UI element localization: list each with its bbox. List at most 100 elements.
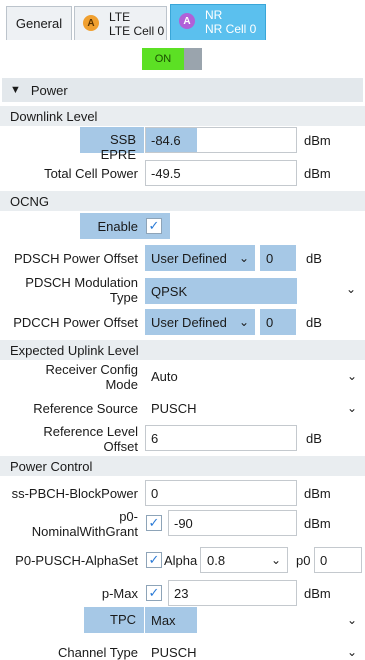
p0-nominal-input[interactable]: -90 — [168, 510, 297, 536]
pdsch-power-offset-input[interactable]: 0 — [260, 245, 296, 271]
p-max-label: p-Max — [101, 586, 138, 601]
total-cell-power-unit: dBm — [304, 166, 331, 181]
power-section-header[interactable]: ▼ Power — [2, 78, 363, 102]
reference-source-select[interactable]: PUSCH ⌄ — [145, 395, 365, 421]
p0-nominal-checkbox[interactable]: ✓ — [146, 515, 162, 531]
p0-nominal-value: -90 — [174, 515, 193, 531]
checkmark-icon: ✓ — [148, 552, 160, 567]
chevron-down-icon: ⌄ — [346, 645, 357, 659]
tab-general-label: General — [15, 16, 63, 31]
toggle-on-label: ON — [142, 48, 184, 70]
pdcch-offset-mode-value: User Defined — [151, 314, 227, 330]
p-max-unit: dBm — [304, 586, 331, 601]
chevron-down-icon: ⌄ — [346, 369, 357, 383]
cell-on-toggle[interactable]: ON — [142, 48, 202, 70]
pdsch-modulation-select[interactable]: QPSK — [145, 278, 297, 304]
ssb-epre-unit: dBm — [304, 133, 331, 148]
checkmark-icon: ✓ — [148, 585, 160, 600]
checkmark-icon: ✓ — [148, 218, 160, 233]
ssb-epre-label: SSB EPRE — [80, 127, 144, 162]
tab-nr[interactable]: A NR NR Cell 0 — [170, 4, 266, 40]
reference-level-offset-unit: dB — [306, 431, 322, 446]
tab-nr-line2: NR Cell 0 — [205, 22, 257, 36]
tab-lte-line1: LTE — [109, 10, 131, 24]
power-control-group: Power Control — [0, 456, 365, 476]
uplink-level-group: Expected Uplink Level — [0, 340, 365, 360]
pdcch-power-offset-label: PDCCH Power Offset — [13, 315, 138, 330]
channel-type-select[interactable]: PUSCH ⌄ — [145, 639, 365, 660]
chevron-down-icon: ⌄ — [346, 401, 357, 415]
reference-level-offset-value: 6 — [151, 430, 159, 446]
ocng-group: OCNG — [0, 191, 365, 211]
reference-source-label: Reference Source — [33, 401, 138, 416]
ssb-epre-value: -84.6 — [151, 132, 181, 148]
total-cell-power-label: Total Cell Power — [44, 166, 138, 181]
downlink-title: Downlink Level — [10, 108, 98, 124]
chevron-down-icon: ⌄ — [270, 553, 281, 567]
alpha-checkbox[interactable]: ✓ — [146, 552, 162, 568]
pdcch-offset-value: 0 — [266, 314, 274, 330]
pdsch-power-offset-label: PDSCH Power Offset — [13, 251, 138, 266]
p-max-checkbox[interactable]: ✓ — [146, 585, 162, 601]
ss-pbch-blockpower-label: ss-PBCH-BlockPower — [11, 486, 138, 501]
alpha-label: Alpha — [164, 553, 198, 568]
tpc-select[interactable]: Max ⌄ — [145, 607, 365, 633]
p0-small-value: 0 — [320, 552, 328, 568]
tab-bar: General A LTE LTE Cell 0 A NR NR Cell 0 — [0, 0, 365, 40]
tpc-value: Max — [151, 612, 176, 628]
chevron-down-icon: ⌄ — [238, 251, 249, 265]
pdsch-power-offset-unit: dB — [306, 251, 322, 266]
ssb-epre-input[interactable]: -84.6 — [145, 127, 297, 153]
downlink-level-group: Downlink Level — [0, 106, 365, 126]
pdcch-power-offset-input[interactable]: 0 — [260, 309, 296, 335]
p0-small-input[interactable]: 0 — [314, 547, 362, 573]
pdsch-modulation-label-line1: PDSCH Modulation — [25, 275, 138, 290]
p0-pusch-alphaset-label: P0-PUSCH-AlphaSet — [15, 553, 138, 568]
reference-level-offset-label-line1: Reference Level — [43, 424, 138, 439]
power-control-title: Power Control — [10, 458, 93, 474]
alpha-select[interactable]: 0.8 ⌄ — [200, 547, 288, 573]
ocng-title: OCNG — [10, 193, 49, 209]
pdcch-power-offset-mode-select[interactable]: User Defined ⌄ — [145, 309, 255, 335]
ocng-enable-checkbox[interactable]: ✓ — [146, 218, 162, 234]
tpc-label: TPC — [84, 607, 144, 633]
tab-lte[interactable]: A LTE LTE Cell 0 — [74, 6, 167, 40]
p0-nominal-label-line1: p0- — [119, 509, 138, 524]
pdcch-power-offset-unit: dB — [306, 315, 322, 330]
reference-level-offset-label-line2: Offset — [103, 439, 138, 454]
uplink-title: Expected Uplink Level — [10, 342, 139, 358]
reference-level-offset-input[interactable]: 6 — [145, 425, 297, 451]
tab-nr-line1: NR — [205, 8, 223, 22]
ss-pbch-blockpower-unit: dBm — [304, 486, 331, 501]
ocng-enable-label: Enable — [97, 219, 138, 234]
p-max-input[interactable]: 23 — [168, 580, 297, 606]
toggle-knob — [184, 48, 202, 70]
ss-pbch-blockpower-value: 0 — [151, 485, 159, 501]
pdsch-power-offset-mode-select[interactable]: User Defined ⌄ — [145, 245, 255, 271]
p-max-value: 23 — [174, 585, 189, 601]
pdsch-offset-value: 0 — [266, 250, 274, 266]
alpha-value: 0.8 — [207, 552, 226, 568]
lte-badge-icon: A — [83, 15, 99, 31]
channel-type-value: PUSCH — [151, 644, 197, 660]
pdsch-offset-mode-value: User Defined — [151, 250, 227, 266]
receiver-config-mode-select[interactable]: Auto ⌄ — [145, 363, 365, 389]
chevron-down-icon: ⌄ — [346, 613, 357, 627]
tab-lte-line2: LTE Cell 0 — [109, 24, 165, 38]
receiver-config-label-line2: Mode — [105, 377, 138, 392]
ss-pbch-blockpower-input[interactable]: 0 — [145, 480, 297, 506]
receiver-config-value: Auto — [151, 368, 178, 384]
pdsch-modulation-value: QPSK — [151, 283, 188, 299]
tab-general[interactable]: General — [6, 6, 72, 40]
p0-nominal-unit: dBm — [304, 516, 331, 531]
p0-small-label: p0 — [296, 553, 311, 568]
chevron-down-icon[interactable]: ⌄ — [346, 282, 356, 296]
power-section-title: Power — [30, 82, 68, 98]
p0-nominal-label-line2: NominalWithGrant — [31, 524, 138, 539]
total-cell-power-input[interactable]: -49.5 — [145, 160, 297, 186]
receiver-config-label-line1: Receiver Config — [45, 362, 139, 377]
checkmark-icon: ✓ — [148, 515, 160, 530]
nr-badge-icon: A — [179, 13, 195, 29]
chevron-down-icon: ⌄ — [238, 315, 249, 329]
pdsch-modulation-label-line2: Type — [109, 290, 138, 305]
